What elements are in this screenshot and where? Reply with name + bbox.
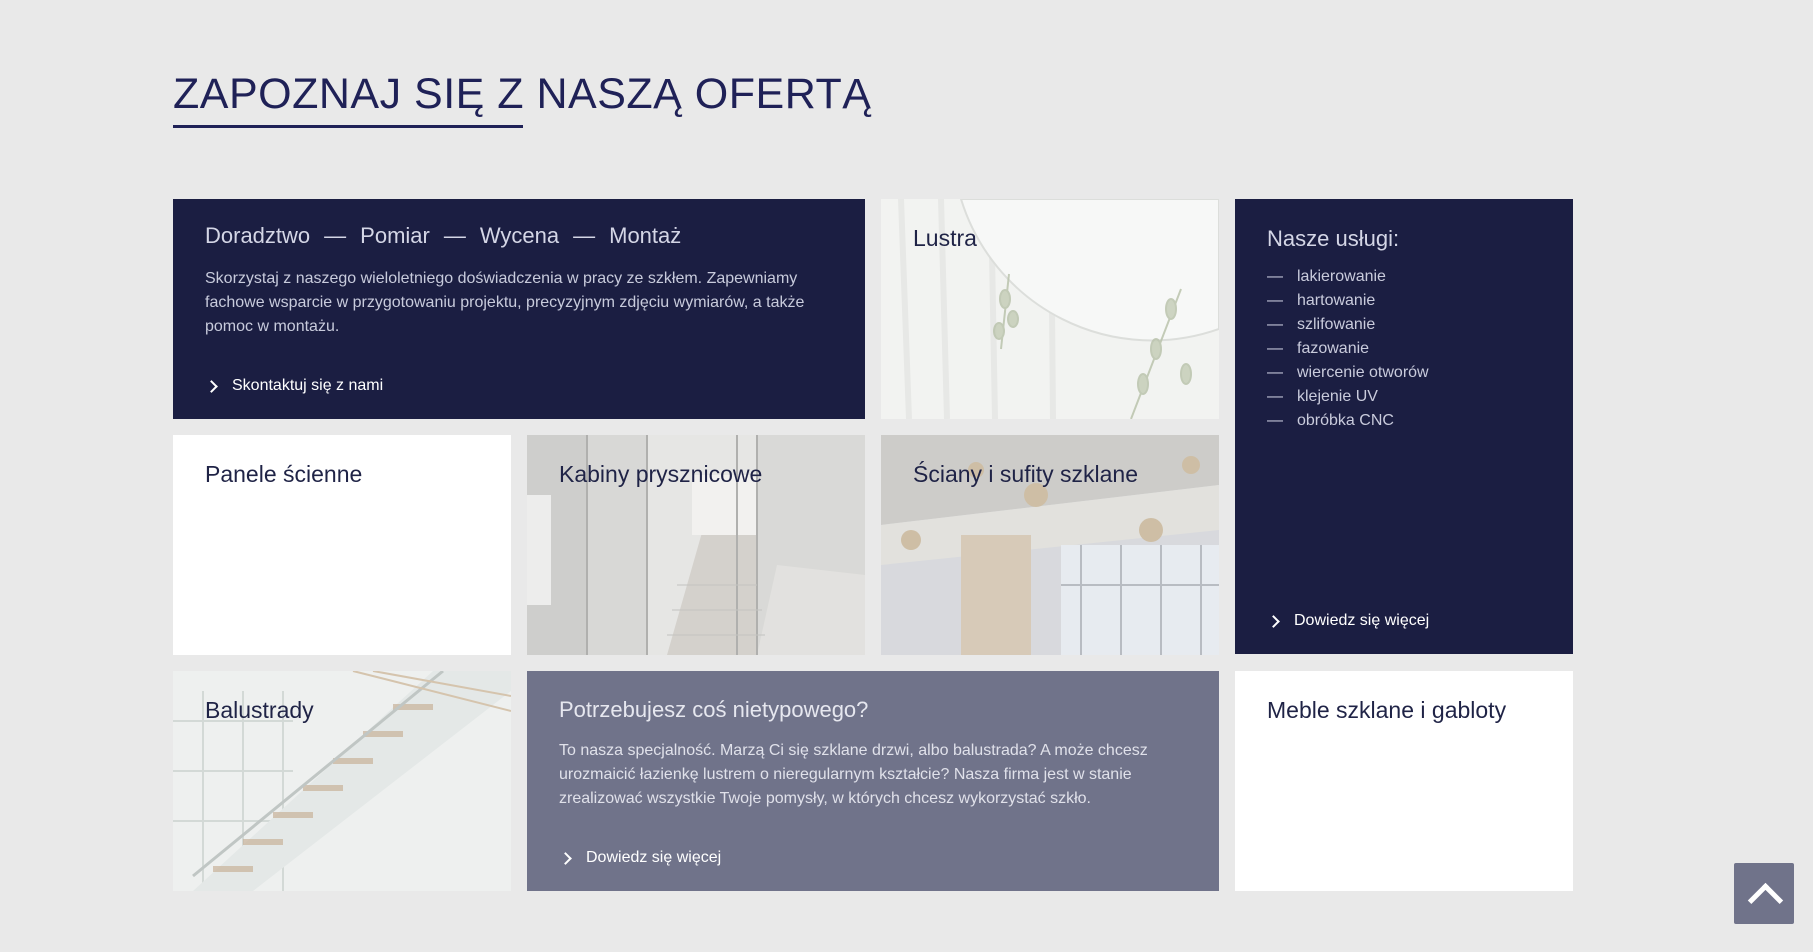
service-dash: — (1267, 292, 1283, 309)
service-item: — lakierowanie (1267, 265, 1429, 289)
service-dash: — (1267, 388, 1283, 405)
services-more-link[interactable]: Dowiedz się więcej (1267, 612, 1429, 630)
service-dash: — (1267, 268, 1283, 285)
services-title: Nasze usługi: (1267, 226, 1400, 251)
service-item: — obróbka CNC (1267, 409, 1429, 433)
tile-sciany-title: Ściany i sufity szklane (913, 461, 1138, 487)
step-separator: — (573, 223, 596, 248)
service-label: obróbka CNC (1297, 412, 1394, 429)
service-label: klejenie UV (1297, 388, 1378, 405)
step-wycena: Wycena (479, 223, 560, 248)
services-tile: Nasze usługi: — lakierowanie — hartowanie … (1235, 199, 1573, 654)
step-separator: — (443, 223, 466, 248)
services-more-label: Dowiedz się więcej (1294, 612, 1430, 629)
title-underline (173, 125, 523, 128)
custom-description: To nasza specjalność. Marzą Ci się szkla… (559, 742, 1148, 807)
step-pomiar: Pomiar (360, 223, 430, 248)
step-montaz: Montaż (609, 223, 682, 248)
tile-balustrady-title: Balustrady (205, 697, 314, 723)
custom-tile: Potrzebujesz coś nietypowego? To nasza s… (527, 671, 1219, 891)
tile-panele-title: Panele ścienne (205, 461, 363, 487)
tile-meble[interactable]: Meble szklane i gabloty (1235, 671, 1573, 891)
custom-title: Potrzebujesz coś nietypowego? (559, 697, 869, 722)
service-label: szlifowanie (1297, 316, 1376, 333)
step-doradztwo: Doradztwo (205, 223, 311, 248)
consult-description: Skorzystaj z naszego wieloletniego doświ… (205, 270, 805, 335)
tile-kabiny-title: Kabiny prysznicowe (559, 461, 763, 487)
chevron-up-icon (1747, 882, 1784, 919)
service-item: — hartowanie (1267, 289, 1429, 313)
tile-sciany[interactable]: Ściany i sufity szklane (881, 435, 1219, 655)
custom-more-label: Dowiedz się więcej (586, 849, 722, 866)
tile-panele[interactable]: Panele ścienne (173, 435, 511, 655)
tile-kabiny[interactable]: Kabiny prysznicowe (527, 435, 865, 655)
service-item: — klejenie UV (1267, 385, 1429, 409)
chevron-right-icon (1267, 614, 1280, 628)
service-label: fazowanie (1297, 340, 1370, 357)
tile-lustra[interactable]: Lustra (881, 199, 1219, 419)
scroll-to-top-button[interactable] (1734, 863, 1794, 924)
tile-balustrady[interactable]: Balustrady (173, 671, 511, 891)
service-item: — fazowanie (1267, 337, 1429, 361)
tile-lustra-title: Lustra (913, 225, 977, 251)
chevron-right-icon (559, 851, 572, 865)
step-separator: — (324, 223, 347, 248)
service-dash: — (1267, 364, 1283, 381)
service-item: — wiercenie otworów (1267, 361, 1429, 385)
custom-more-link[interactable]: Dowiedz się więcej (559, 849, 721, 867)
tile-meble-title: Meble szklane i gabloty (1267, 697, 1507, 723)
contact-link[interactable]: Skontaktuj się z nami (205, 377, 383, 395)
service-dash: — (1267, 316, 1283, 333)
page-title: ZAPOZNAJ SIĘ Z NASZĄ OFERTĄ (173, 70, 872, 118)
service-dash: — (1267, 340, 1283, 357)
service-item: — szlifowanie (1267, 313, 1429, 337)
consult-tile: Doradztwo — Pomiar — Wycena — Montaż Skorzysta… (173, 199, 865, 419)
chevron-right-icon (205, 379, 218, 393)
service-label: wiercenie otworów (1297, 364, 1429, 381)
services-list: — lakierowanie — hartowanie — szlifowanie —… (1267, 265, 1429, 433)
service-label: lakierowanie (1297, 268, 1386, 285)
service-dash: — (1267, 412, 1283, 429)
service-label: hartowanie (1297, 292, 1376, 309)
contact-link-label: Skontaktuj się z nami (232, 377, 384, 394)
consult-steps: Doradztwo — Pomiar — Wycena — Montaż (205, 223, 681, 249)
